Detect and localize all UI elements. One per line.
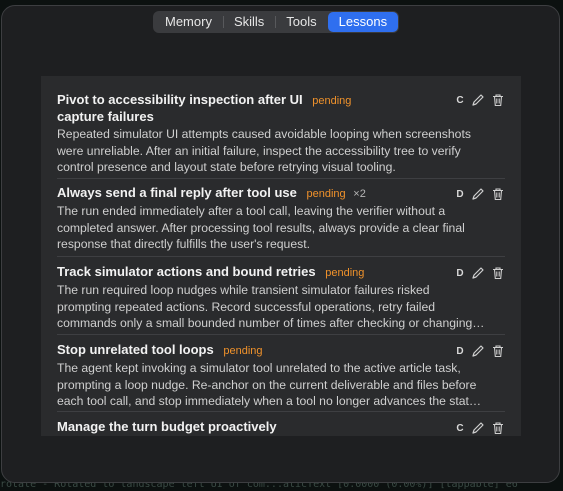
pencil-icon[interactable] [471,187,485,201]
lesson-item: Stop unrelated tool loops pending D The … [57,334,505,410]
trash-icon[interactable] [491,93,505,107]
lesson-description: The run ended immediately after a tool c… [57,203,505,253]
lesson-item: Manage the turn budget proactively C [57,411,505,435]
lesson-title-line: Pivot to accessibility inspection after … [57,92,303,107]
trash-icon[interactable] [491,187,505,201]
tab-skills[interactable]: Skills [222,12,275,32]
description-line: control presence and layout state before… [57,160,396,174]
lesson-description: The agent kept invoking a simulator tool… [57,360,505,410]
description-line: were unreliable. After an initial failur… [57,143,461,158]
lesson-item: Pivot to accessibility inspection after … [57,92,505,176]
lesson-title-line: Always send a final reply after tool use [57,185,297,200]
description-line: each tool call, and stop immediately whe… [57,394,482,408]
status-badge: pending [223,345,263,357]
pencil-icon[interactable] [471,266,485,280]
lesson-title-line: Track simulator actions and bound retrie… [57,264,316,279]
pencil-icon[interactable] [471,93,485,107]
lesson-actions: C [455,420,505,436]
lesson-title-line: capture failures [57,109,154,124]
trash-icon[interactable] [491,421,505,435]
pencil-icon[interactable] [471,344,485,358]
description-line: prompting a loop nudge. Re-anchor on the… [57,377,477,392]
description-line: Repeated simulator UI attempts caused av… [57,127,471,141]
description-line: prompting repeated actions. Record succe… [57,299,436,314]
status-badge: pending [325,267,365,279]
lesson-actions: D [455,265,505,281]
description-line: commands only a small bounded number of … [57,316,485,330]
lesson-actions: D [455,343,505,359]
occurrence-count: ×2 [353,188,366,200]
lesson-title: Manage the turn budget proactively [57,419,447,435]
lessons-list[interactable]: Pivot to accessibility inspection after … [41,76,521,436]
tab-memory[interactable]: Memory [154,12,223,32]
description-line: The agent kept invoking a simulator tool… [57,361,461,375]
lesson-title: Pivot to accessibility inspection after … [57,92,447,125]
lesson-title-line: Stop unrelated tool loops [57,342,214,357]
lesson-title: Always send a final reply after tool use… [57,185,447,202]
lesson-title-line: Manage the turn budget proactively [57,419,277,434]
segmented-tab-bar: Memory Skills Tools Lessons [153,11,400,33]
status-badge: pending [312,95,352,107]
category-badge: C [456,422,464,434]
lesson-actions: D [455,186,505,202]
tab-tools[interactable]: Tools [275,12,327,32]
lesson-title: Stop unrelated tool loops pending [57,342,447,359]
trash-icon[interactable] [491,266,505,280]
category-badge: D [456,267,464,279]
lesson-actions: C [455,92,505,108]
description-line: completed answer. After processing tool … [57,220,465,235]
status-badge: pending [306,188,346,200]
lesson-title: Track simulator actions and bound retrie… [57,264,447,281]
lesson-description: Repeated simulator UI attempts caused av… [57,126,505,176]
trash-icon[interactable] [491,344,505,358]
lesson-description: The run required loop nudges while trans… [57,282,505,332]
lesson-item: Track simulator actions and bound retrie… [57,256,505,332]
tab-lessons[interactable]: Lessons [327,12,399,32]
category-badge: D [456,188,464,200]
lesson-item: Always send a final reply after tool use… [57,178,505,253]
description-line: response that directly fulfills the user… [57,237,310,251]
description-line: The run required loop nudges while trans… [57,283,430,297]
category-badge: D [456,345,464,357]
pencil-icon[interactable] [471,421,485,435]
description-line: The run ended immediately after a tool c… [57,204,446,218]
category-badge: C [456,94,464,106]
